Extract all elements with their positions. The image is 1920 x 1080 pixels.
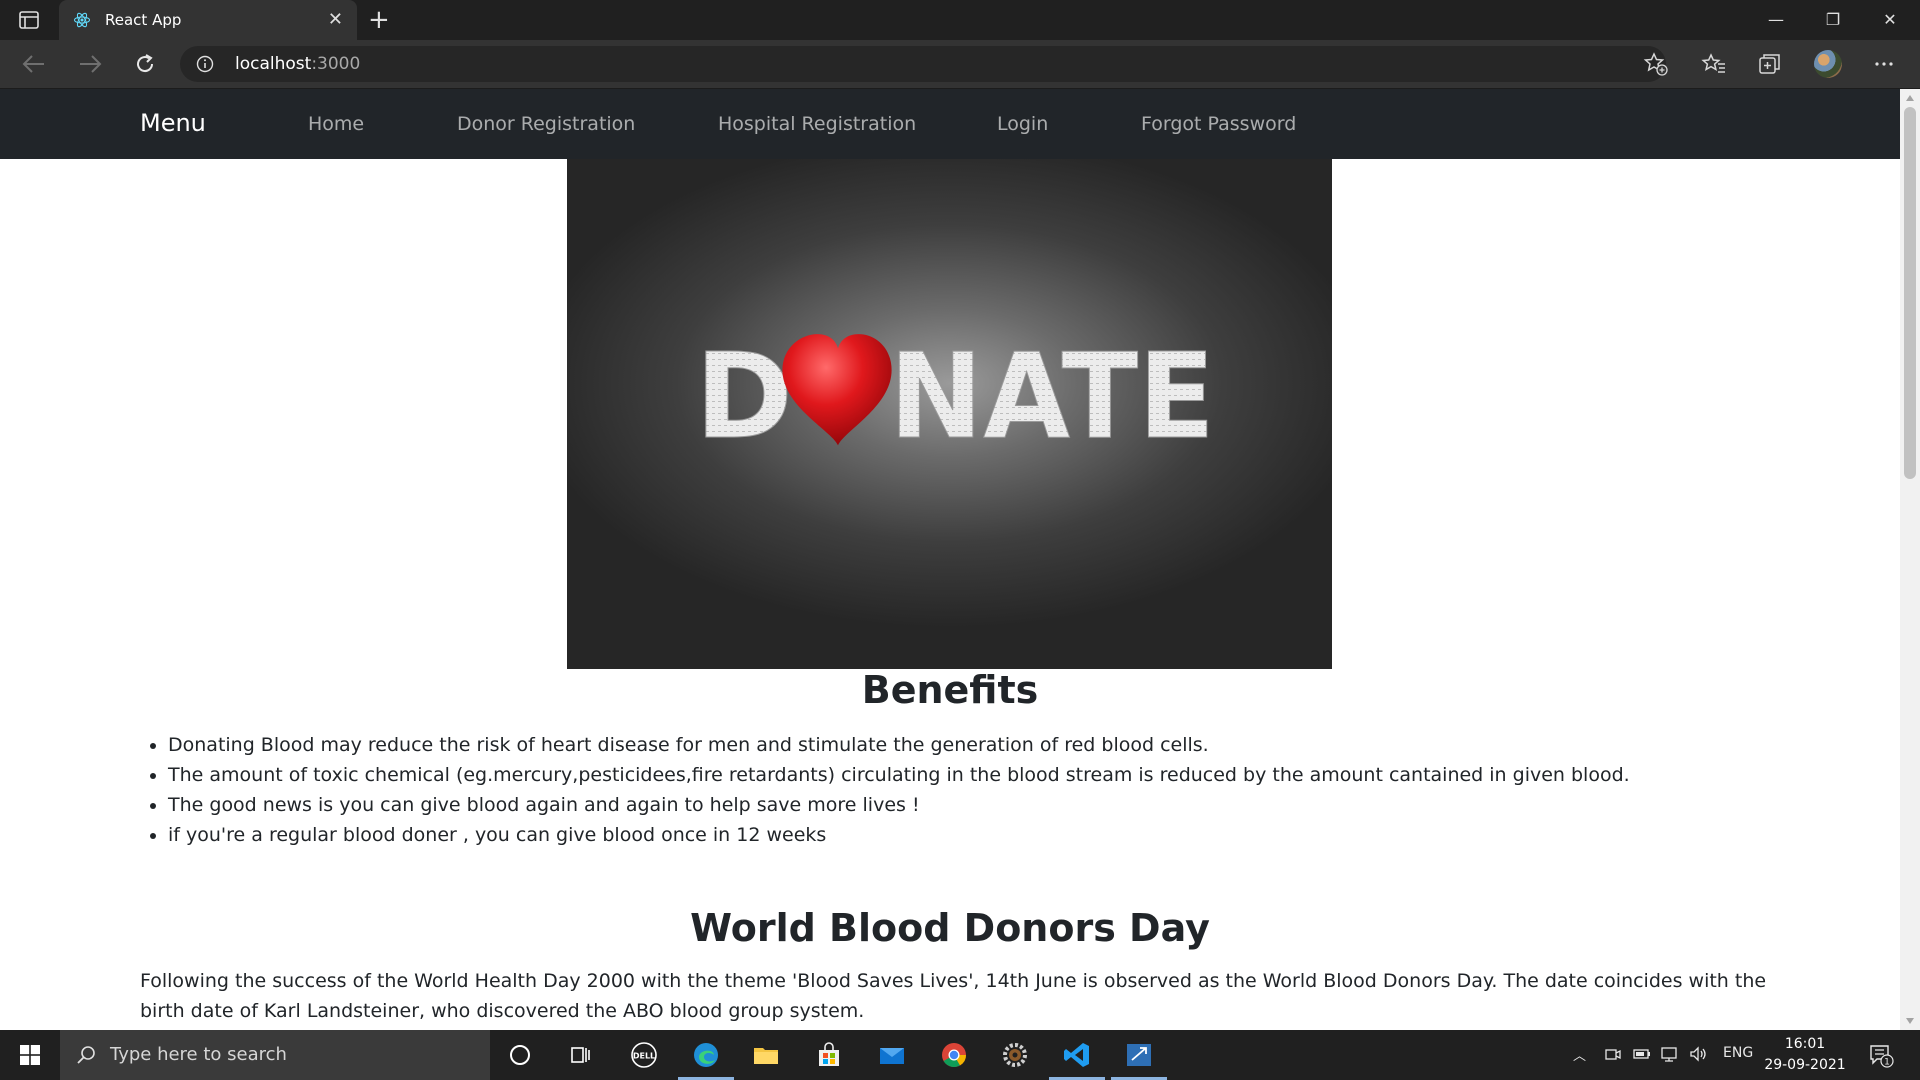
notification-count: 1 [1884, 1058, 1890, 1068]
vscode-icon [1064, 1043, 1089, 1067]
new-tab-button[interactable]: + [368, 4, 390, 36]
vscode-button[interactable] [1047, 1030, 1107, 1080]
nav-link-forgot-password[interactable]: Forgot Password [1141, 113, 1296, 135]
browser-tab-bar: React App ✕ + — ❐ ✕ [0, 0, 1920, 40]
remote-desktop-icon [1127, 1044, 1151, 1066]
store-icon [819, 1042, 839, 1066]
notifications-icon: 1 [1870, 1045, 1894, 1068]
store-button[interactable] [799, 1030, 859, 1080]
back-arrow-icon[interactable] [20, 52, 48, 76]
donate-illustration: D NATE [695, 327, 1216, 466]
chrome-button[interactable] [924, 1030, 984, 1080]
donate-letter-d: D [695, 327, 793, 465]
search-icon [77, 1046, 95, 1064]
window-minimize-button[interactable]: — [1756, 6, 1796, 34]
more-options-icon[interactable] [1870, 50, 1898, 78]
list-item: The good news is you can give blood agai… [168, 790, 1630, 820]
url-port: :3000 [311, 54, 361, 74]
cortana-button[interactable] [490, 1030, 550, 1080]
donate-letters-nate: NATE [889, 327, 1215, 465]
remote-desktop-button[interactable] [1109, 1030, 1169, 1080]
address-bar[interactable]: localhost:3000 [180, 46, 1666, 82]
nav-link-donor-registration[interactable]: Donor Registration [457, 113, 635, 135]
forward-arrow-icon[interactable] [76, 52, 104, 76]
heart-icon [782, 334, 892, 446]
refresh-icon[interactable] [131, 52, 159, 76]
site-info-icon[interactable] [196, 55, 214, 73]
list-item: if you're a regular blood doner , you ca… [168, 820, 1630, 850]
browser-toolbar: localhost:3000 [0, 40, 1920, 89]
cortana-icon [510, 1045, 530, 1065]
navbar-brand[interactable]: Menu [140, 109, 206, 137]
world-donors-day-text: Following the success of the World Healt… [140, 970, 1767, 1022]
favorites-icon[interactable] [1700, 50, 1728, 78]
page-scrollbar[interactable] [1900, 89, 1920, 1030]
list-item: The amount of toxic chemical (eg.mercury… [168, 760, 1630, 790]
file-explorer-button[interactable] [736, 1030, 796, 1080]
add-favorite-icon[interactable] [1642, 50, 1670, 78]
dell-icon: DELL [631, 1042, 657, 1068]
edge-taskbar-button[interactable] [676, 1030, 736, 1080]
site-navbar: Menu Home Donor Registration Hospital Re… [0, 89, 1900, 159]
volume-icon[interactable] [1689, 1045, 1709, 1063]
scrollbar-thumb[interactable] [1904, 107, 1916, 479]
scroll-down-arrow-icon[interactable] [1906, 1018, 1914, 1024]
input-language[interactable]: ENG [1723, 1045, 1753, 1061]
list-item: Donating Blood may reduce the risk of he… [168, 730, 1630, 760]
tab-actions-icon[interactable] [18, 10, 42, 30]
clock-date: 29-09-2021 [1764, 1057, 1846, 1073]
edge-icon [694, 1043, 718, 1067]
settings-app-button[interactable] [985, 1030, 1045, 1080]
url-text[interactable]: localhost:3000 [235, 54, 360, 74]
windows-start-icon[interactable] [20, 1045, 40, 1065]
url-host: localhost [235, 54, 312, 74]
world-donors-day-heading: World Blood Donors Day [690, 906, 1210, 950]
window-restore-button[interactable]: ❐ [1813, 6, 1853, 34]
browser-tab-active[interactable]: React App ✕ [59, 0, 357, 40]
nav-link-home[interactable]: Home [308, 113, 364, 135]
clock-time: 16:01 [1784, 1036, 1826, 1052]
taskbar-search-box[interactable]: Type here to search [60, 1030, 490, 1080]
file-explorer-icon [754, 1048, 778, 1064]
show-hidden-icons-chevron-icon[interactable]: ︿ [1573, 1045, 1586, 1064]
scroll-up-arrow-icon[interactable] [1906, 95, 1914, 101]
chrome-icon [942, 1043, 966, 1068]
profile-avatar[interactable] [1814, 50, 1842, 78]
meet-now-icon[interactable] [1604, 1045, 1622, 1063]
taskbar-clock[interactable]: 16:01 29-09-2021 [1760, 1034, 1850, 1076]
collections-icon[interactable] [1756, 50, 1784, 78]
windows-taskbar: Type here to search DELL ︿ ENG 16:01 29-… [0, 1030, 1920, 1080]
action-center-button[interactable]: 1 [1868, 1042, 1894, 1068]
svg-text:DELL: DELL [633, 1052, 655, 1061]
task-view-icon [571, 1047, 590, 1063]
search-placeholder: Type here to search [110, 1044, 287, 1065]
mail-button[interactable] [862, 1030, 922, 1080]
benefits-list: Donating Blood may reduce the risk of he… [140, 730, 1630, 850]
dell-app-button[interactable]: DELL [614, 1030, 674, 1080]
settings-gear-icon [1003, 1043, 1027, 1067]
tab-title: React App [105, 11, 182, 29]
donate-hero-image: D NATE [567, 159, 1332, 669]
network-icon[interactable] [1660, 1045, 1680, 1063]
task-view-button[interactable] [550, 1030, 610, 1080]
window-close-button[interactable]: ✕ [1870, 6, 1910, 34]
battery-icon[interactable] [1632, 1045, 1652, 1063]
nav-link-login[interactable]: Login [997, 113, 1048, 135]
benefits-heading: Benefits [861, 668, 1039, 712]
tab-close-icon[interactable]: ✕ [328, 9, 343, 31]
nav-link-hospital-registration[interactable]: Hospital Registration [718, 113, 916, 135]
react-logo-icon [73, 12, 91, 28]
mail-icon [880, 1048, 904, 1064]
